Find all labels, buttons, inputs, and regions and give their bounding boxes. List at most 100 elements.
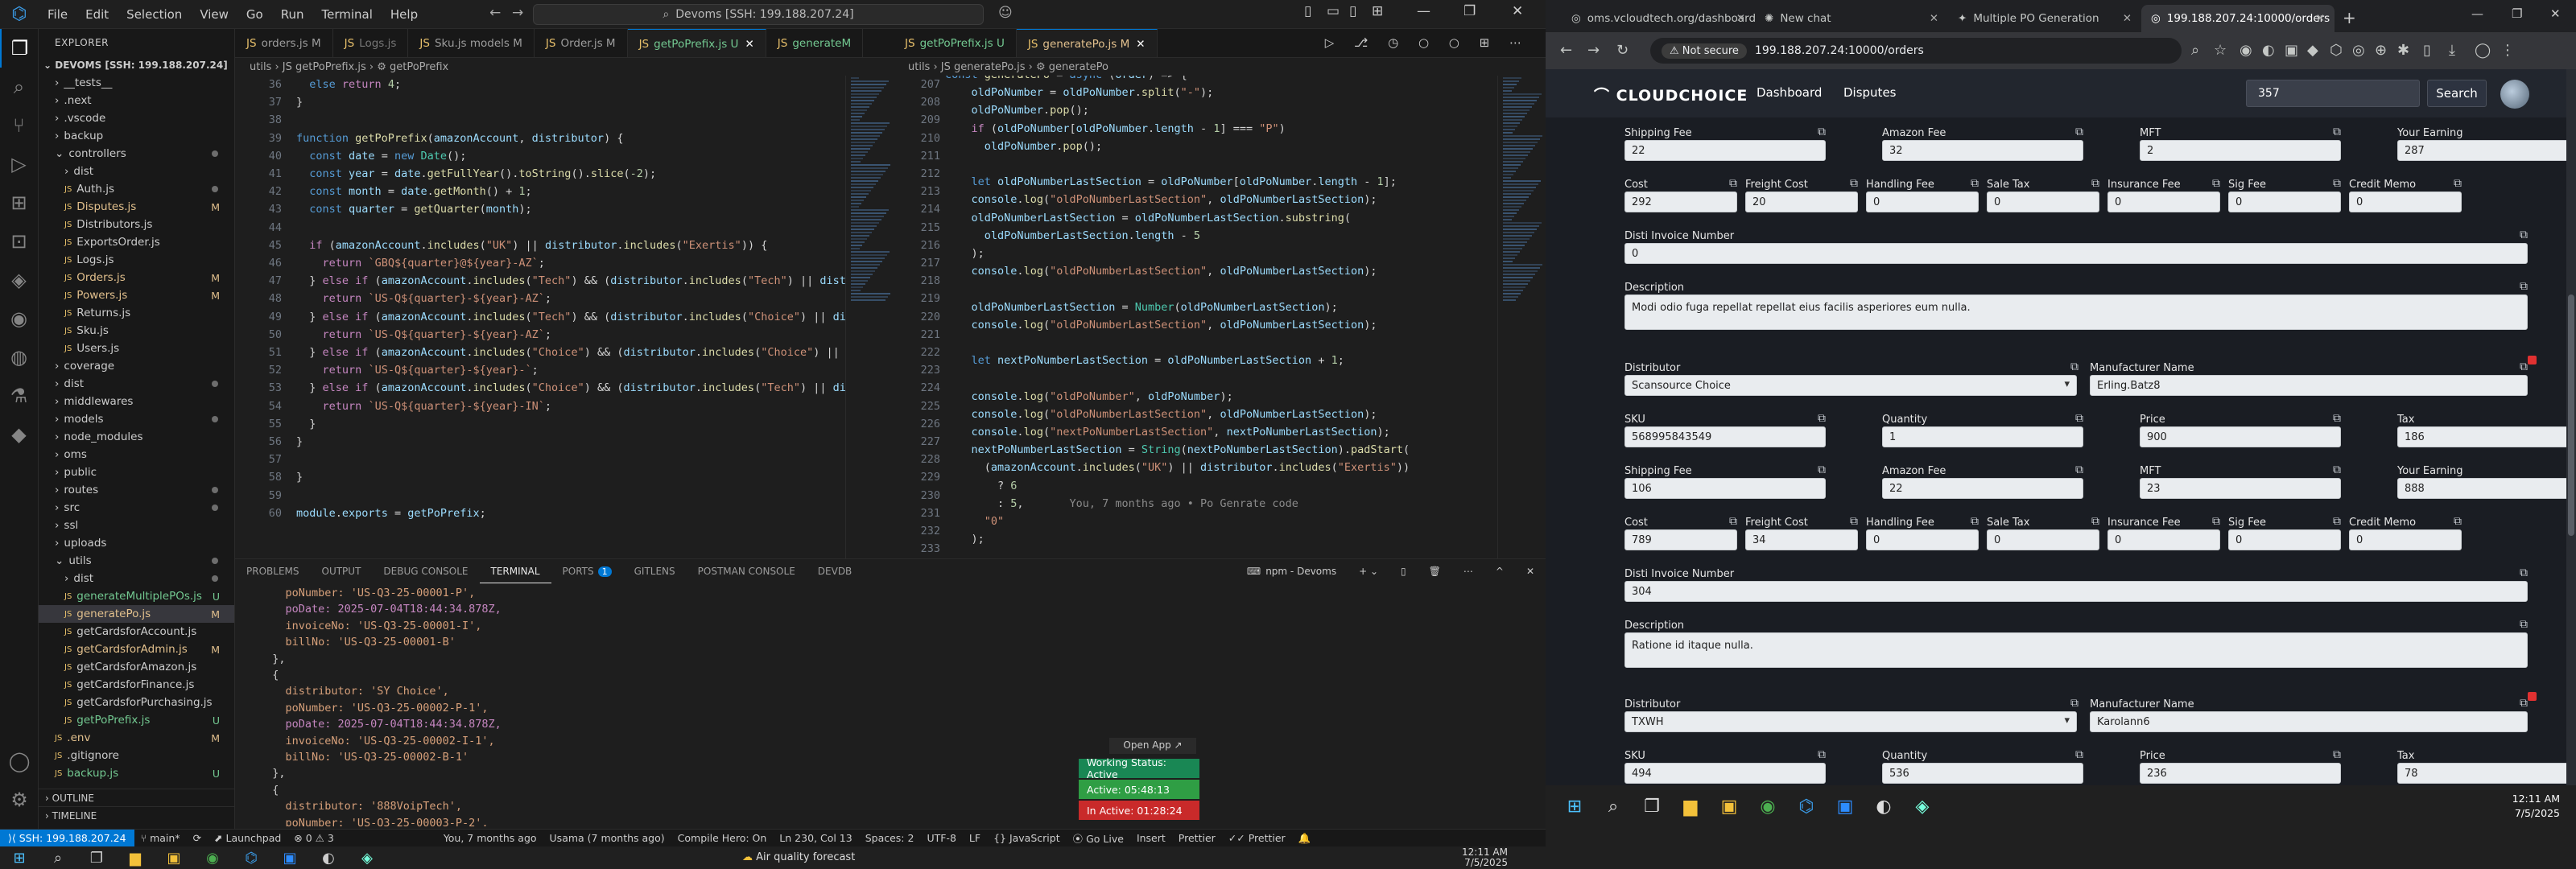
tax-input[interactable]: 78 bbox=[2397, 763, 2576, 784]
profile-avatar-icon[interactable]: ◯ bbox=[2475, 42, 2491, 59]
delete-item-icon[interactable] bbox=[2528, 356, 2537, 364]
desc-input[interactable]: Modi odio fuga repellat repellat eius fa… bbox=[1624, 294, 2528, 330]
extension3-icon[interactable]: ▣ bbox=[2285, 42, 2298, 59]
run-debug-icon[interactable]: ▷ bbox=[0, 145, 38, 183]
page-scrollbar[interactable] bbox=[2566, 69, 2576, 785]
explorer-item[interactable]: ⌄ utils bbox=[39, 552, 234, 570]
tab-logs[interactable]: JS Logs.js bbox=[332, 29, 409, 57]
tax-input[interactable]: 186 bbox=[2397, 426, 2576, 447]
sku-input[interactable]: 568995843549 bbox=[1624, 426, 1826, 447]
restore-icon[interactable]: ❐ bbox=[2512, 6, 2522, 21]
indentation[interactable]: Spaces: 2 bbox=[859, 832, 921, 844]
tab-orders[interactable]: JS orders.js M bbox=[235, 29, 333, 57]
not-secure-badge[interactable]: ⚠ Not secure bbox=[1662, 43, 1747, 59]
price-input[interactable]: 900 bbox=[2140, 426, 2341, 447]
copy-icon[interactable]: ⧉ bbox=[1971, 515, 1979, 528]
cost-input[interactable]: 292 bbox=[1624, 192, 1737, 212]
copy-icon[interactable]: ⧉ bbox=[2454, 177, 2462, 190]
explorer-item[interactable]: › ssl bbox=[39, 517, 234, 534]
explorer-item[interactable]: › routes bbox=[39, 481, 234, 499]
explorer-item[interactable]: › uploads bbox=[39, 534, 234, 552]
distributor-select[interactable]: TXWH bbox=[1624, 711, 2077, 732]
explorer-item[interactable]: › node_modules bbox=[39, 428, 234, 446]
menu-terminal[interactable]: Terminal bbox=[313, 7, 382, 22]
branch-indicator[interactable]: ⑂ main* bbox=[134, 832, 187, 844]
explorer-item[interactable]: JS getCardsforAdmin.js M bbox=[39, 640, 234, 658]
explorer-item[interactable]: JS generatePo.js M bbox=[39, 605, 234, 623]
insert-mode[interactable]: Insert bbox=[1130, 832, 1172, 844]
shipping-input[interactable]: 106 bbox=[1624, 478, 1826, 499]
explorer-root[interactable]: ⌄ DEVOMS [SSH: 199.188.207.24] bbox=[39, 56, 234, 74]
explorer-item[interactable]: JS Sku.js bbox=[39, 322, 234, 340]
windows-start-icon[interactable]: ⊞ bbox=[0, 846, 39, 869]
explorer-item[interactable]: JS Auth.js bbox=[39, 180, 234, 198]
sig-input[interactable]: 0 bbox=[2228, 192, 2341, 212]
app-icon[interactable]: ◐ bbox=[1864, 787, 1903, 826]
remote-indicator[interactable]: ⟩⟨ SSH: 199.188.207.24 bbox=[0, 829, 134, 847]
terminal-selector[interactable]: ⌨ npm - Devoms bbox=[1236, 559, 1348, 583]
prettier-status[interactable]: Prettier bbox=[1172, 832, 1222, 844]
brand-logo[interactable]: ⌒ CLOUDCHOICE bbox=[1594, 84, 1748, 105]
editor-actions[interactable]: ▷ ⎇ ◷ ○ ○ ⊞ ⋯ bbox=[1325, 35, 1530, 50]
command-center[interactable]: ⌕ Devoms [SSH: 199.188.207.24] bbox=[533, 4, 984, 25]
extension4-icon[interactable]: ◆ bbox=[2307, 42, 2318, 59]
explorer-item[interactable]: › dist bbox=[39, 163, 234, 180]
explorer-item[interactable]: ⌄ controllers bbox=[39, 145, 234, 163]
kill-terminal-icon[interactable]: 🗑 bbox=[1418, 559, 1452, 583]
store-icon[interactable]: ▣ bbox=[155, 846, 193, 869]
copy-icon[interactable]: ⧉ bbox=[2212, 177, 2220, 190]
explorer-item[interactable]: › backup bbox=[39, 127, 234, 145]
saletax-input[interactable]: 0 bbox=[1987, 529, 2099, 550]
zoom-icon[interactable]: ▣ bbox=[1826, 787, 1864, 826]
mft-input[interactable]: 23 bbox=[2140, 478, 2341, 499]
saletax-input[interactable]: 0 bbox=[1987, 192, 2099, 212]
explorer-item[interactable]: JS backup.js U bbox=[39, 764, 234, 782]
tab-sku[interactable]: JS Sku.js models M bbox=[408, 29, 535, 57]
close-tab-icon[interactable]: ✕ bbox=[1136, 38, 1145, 51]
copy-icon[interactable]: ⧉ bbox=[2070, 697, 2079, 710]
notifications-bell-icon[interactable]: 🔔 bbox=[1292, 832, 1318, 845]
copy-icon[interactable]: ⧉ bbox=[2075, 463, 2083, 476]
reload-icon[interactable]: ↻ bbox=[1616, 42, 1629, 59]
freight-input[interactable]: 20 bbox=[1745, 192, 1858, 212]
explorer-item[interactable]: › dist bbox=[39, 570, 234, 587]
task-view-icon[interactable]: ❐ bbox=[77, 846, 116, 869]
handling-input[interactable]: 0 bbox=[1866, 192, 1979, 212]
close-window-icon[interactable]: ✕ bbox=[2550, 6, 2561, 21]
explorer-item[interactable]: › middlewares bbox=[39, 393, 234, 410]
source-control-icon[interactable]: ⑂ bbox=[0, 106, 38, 145]
outline-section[interactable]: › OUTLINE bbox=[39, 789, 234, 806]
copy-icon[interactable]: ⧉ bbox=[2520, 280, 2528, 293]
handling-input[interactable]: 0 bbox=[1866, 529, 1979, 550]
freight-input[interactable]: 34 bbox=[1745, 529, 1858, 550]
tab-devdb[interactable]: DEVDB bbox=[807, 559, 864, 583]
amazon-input[interactable]: 22 bbox=[1882, 478, 2083, 499]
zoom-icon[interactable]: ⌕ bbox=[2191, 42, 2199, 59]
sku-input[interactable]: 494 bbox=[1624, 763, 1826, 784]
app2-icon[interactable]: ◈ bbox=[348, 846, 386, 869]
copy-icon[interactable]: ⧉ bbox=[2075, 412, 2083, 425]
copy-icon[interactable]: ⧉ bbox=[2333, 412, 2341, 425]
qty-input[interactable]: 536 bbox=[1882, 763, 2083, 784]
copy-icon[interactable]: ⧉ bbox=[2070, 360, 2079, 373]
layout-sidebar-icon[interactable]: ▯ bbox=[1304, 3, 1311, 19]
credit-input[interactable]: 0 bbox=[2349, 192, 2462, 212]
explorer-item[interactable]: JS getCardsforPurchasing.js bbox=[39, 694, 234, 711]
zoom-icon[interactable]: ▣ bbox=[270, 846, 309, 869]
mft-input[interactable]: 2 bbox=[2140, 140, 2341, 161]
copy-icon[interactable]: ⧉ bbox=[2520, 697, 2528, 710]
copy-icon[interactable]: ⧉ bbox=[2520, 566, 2528, 579]
search-icon[interactable]: ⌕ bbox=[0, 68, 38, 106]
customize-layout-icon[interactable]: ⊞ bbox=[1372, 3, 1383, 19]
copy-icon[interactable]: ⧉ bbox=[1971, 177, 1979, 190]
explorer-item[interactable]: › oms bbox=[39, 446, 234, 463]
close-tab-icon[interactable]: ✕ bbox=[2123, 12, 2132, 25]
weather-widget[interactable]: ☁ Air quality forecast bbox=[742, 851, 855, 863]
explorer-item[interactable]: JS .env M bbox=[39, 729, 234, 747]
earning-input[interactable]: 287 bbox=[2397, 140, 2576, 161]
file-explorer-icon[interactable]: ▆ bbox=[116, 846, 155, 869]
minimize-icon[interactable]: — bbox=[2471, 6, 2483, 21]
docker-icon[interactable]: ◆ bbox=[0, 415, 38, 454]
menu-dots-icon[interactable]: ⋮ bbox=[2500, 42, 2515, 59]
more-actions-icon[interactable]: ⋯ bbox=[1452, 559, 1484, 583]
